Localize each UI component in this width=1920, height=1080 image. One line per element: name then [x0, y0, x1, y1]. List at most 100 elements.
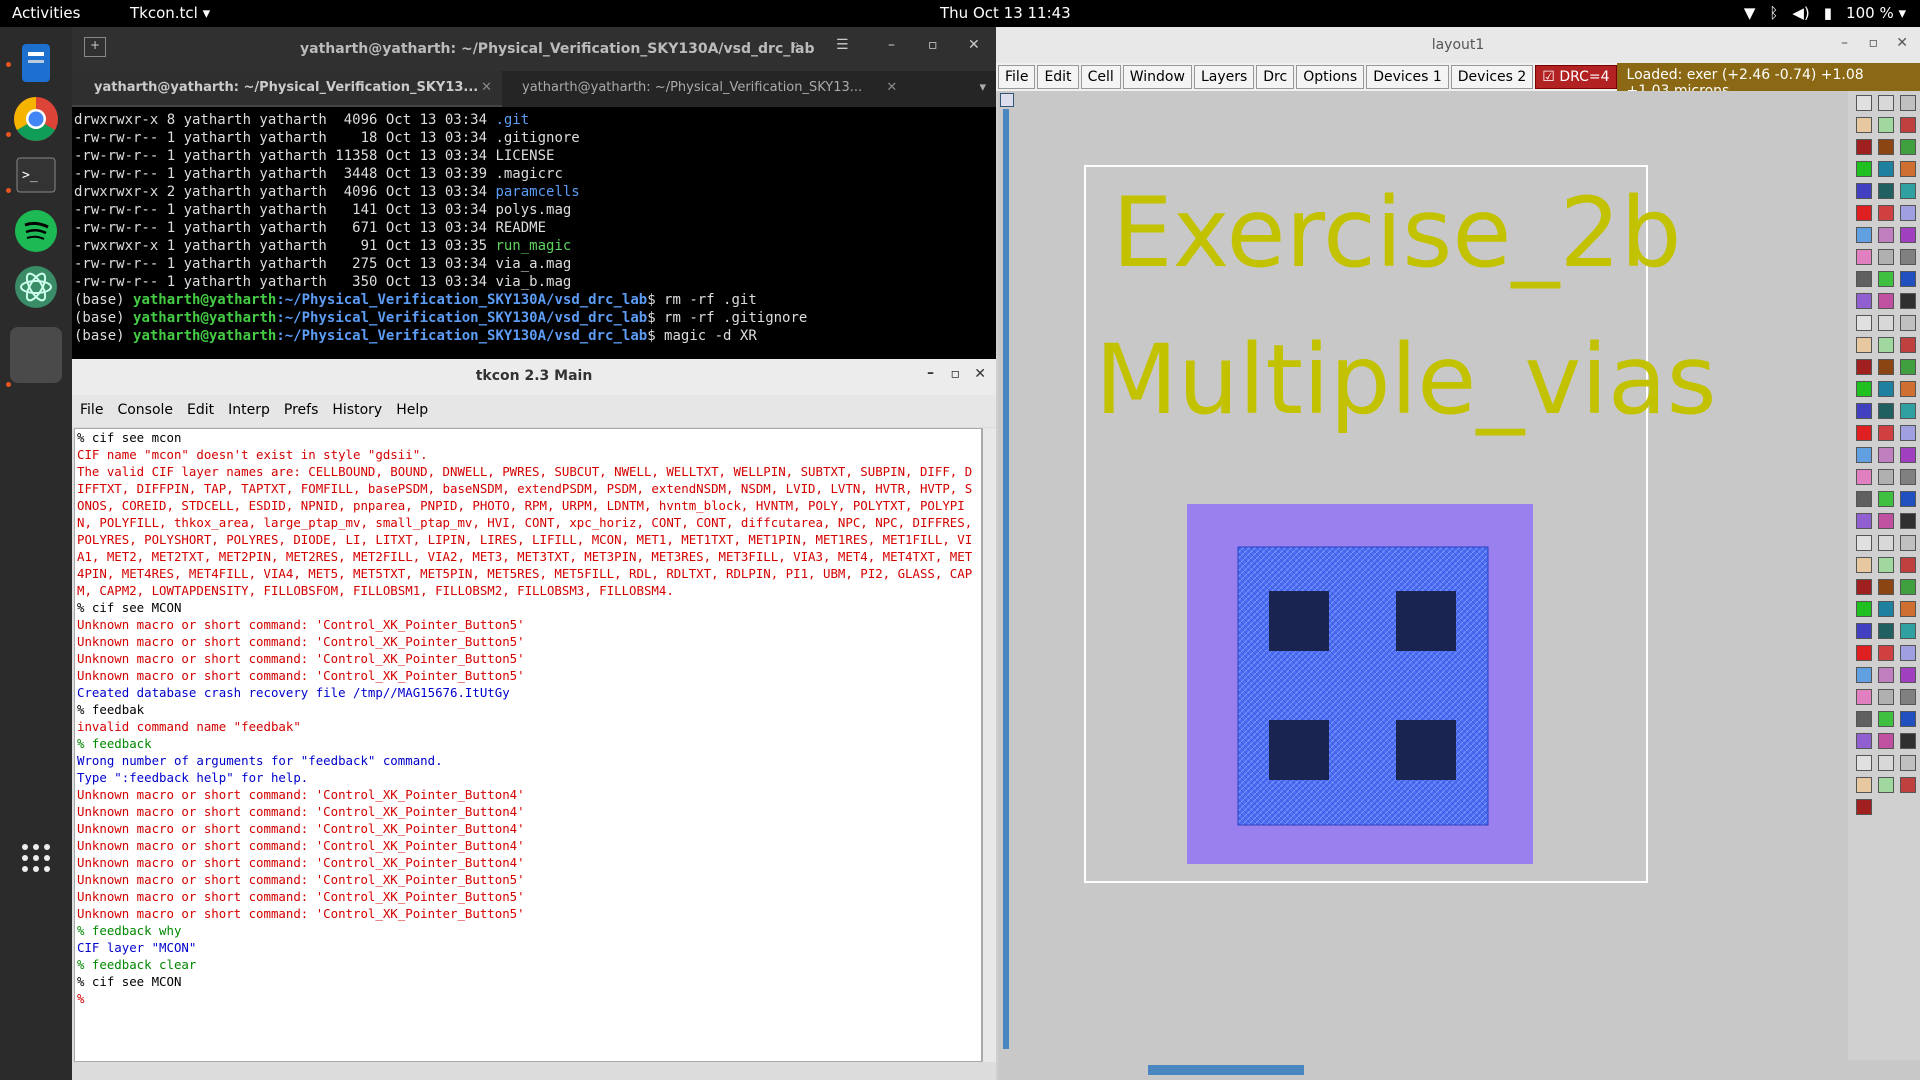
- show-apps-icon[interactable]: [10, 832, 62, 884]
- via-contact[interactable]: [1269, 720, 1329, 780]
- layer-swatch[interactable]: [1900, 205, 1916, 221]
- layer-swatch[interactable]: [1900, 447, 1916, 463]
- layer-swatch[interactable]: [1900, 161, 1916, 177]
- layer-swatch[interactable]: [1900, 95, 1916, 111]
- layer-swatch[interactable]: [1900, 557, 1916, 573]
- local-interconnect-shape[interactable]: [1237, 546, 1489, 826]
- menu-file[interactable]: File: [80, 402, 103, 427]
- layer-swatch[interactable]: [1878, 139, 1894, 155]
- layer-swatch[interactable]: [1900, 601, 1916, 617]
- chrome-icon[interactable]: [10, 93, 62, 145]
- layer-swatch[interactable]: [1900, 579, 1916, 595]
- layer-swatch[interactable]: [1856, 513, 1872, 529]
- clock[interactable]: Thu Oct 13 11:43: [940, 4, 1071, 22]
- hamburger-menu-icon[interactable]: ☰: [836, 37, 849, 53]
- layer-swatch[interactable]: [1900, 249, 1916, 265]
- layer-swatch[interactable]: [1878, 205, 1894, 221]
- layer-swatch[interactable]: [1856, 425, 1872, 441]
- layer-swatch[interactable]: [1878, 359, 1894, 375]
- terminal-icon[interactable]: >_: [10, 149, 62, 201]
- layer-swatch[interactable]: [1878, 513, 1894, 529]
- layer-swatch[interactable]: [1878, 249, 1894, 265]
- menu-history[interactable]: History: [332, 402, 382, 427]
- layer-swatch[interactable]: [1856, 183, 1872, 199]
- layer-swatch[interactable]: [1856, 777, 1872, 793]
- layer-swatch[interactable]: [1878, 645, 1894, 661]
- layer-swatch[interactable]: [1856, 601, 1872, 617]
- layer-swatch[interactable]: [1900, 777, 1916, 793]
- layer-swatch[interactable]: [1856, 403, 1872, 419]
- layer-swatch[interactable]: [1878, 491, 1894, 507]
- tkcon-scrollbar[interactable]: [982, 428, 996, 1062]
- layer-swatch[interactable]: [1856, 733, 1872, 749]
- layer-swatch[interactable]: [1856, 205, 1872, 221]
- tab-dropdown-icon[interactable]: ▾: [979, 80, 986, 95]
- layer-swatch[interactable]: [1900, 425, 1916, 441]
- scroll-thumb[interactable]: [1148, 1065, 1304, 1075]
- layer-swatch[interactable]: [1878, 469, 1894, 485]
- layer-swatch[interactable]: [1856, 227, 1872, 243]
- layer-swatch[interactable]: [1878, 293, 1894, 309]
- layer-swatch[interactable]: [1856, 293, 1872, 309]
- layer-swatch[interactable]: [1856, 491, 1872, 507]
- layer-swatch[interactable]: [1878, 183, 1894, 199]
- menu-cell[interactable]: Cell: [1080, 65, 1121, 89]
- layer-swatch[interactable]: [1900, 623, 1916, 639]
- layer-swatch[interactable]: [1900, 271, 1916, 287]
- via-contact[interactable]: [1396, 591, 1456, 651]
- layer-swatch[interactable]: [1900, 139, 1916, 155]
- layer-swatch[interactable]: [1856, 117, 1872, 133]
- layout-titlebar[interactable]: layout1 – ▫ ✕: [996, 27, 1920, 63]
- layer-swatch[interactable]: [1900, 315, 1916, 331]
- layer-swatch[interactable]: [1878, 227, 1894, 243]
- terminal-tab-2[interactable]: yatharth@yatharth: ~/Physical_Verificati…: [522, 80, 897, 95]
- menu-devices-1[interactable]: Devices 1: [1366, 65, 1449, 89]
- layer-swatch[interactable]: [1856, 161, 1872, 177]
- layer-swatch[interactable]: [1856, 645, 1872, 661]
- close-tab-icon[interactable]: ✕: [481, 80, 492, 95]
- layer-swatch[interactable]: [1900, 733, 1916, 749]
- menu-help[interactable]: Help: [396, 402, 428, 427]
- layer-swatch[interactable]: [1900, 227, 1916, 243]
- menu-window[interactable]: Window: [1122, 65, 1192, 89]
- layer-swatch[interactable]: [1878, 271, 1894, 287]
- minimize-icon[interactable]: –: [888, 37, 895, 53]
- layer-swatch[interactable]: [1856, 689, 1872, 705]
- layer-swatch[interactable]: [1878, 711, 1894, 727]
- layer-swatch[interactable]: [1900, 645, 1916, 661]
- app-menu[interactable]: Tkcon.tcl ▾: [130, 4, 210, 22]
- layer-palette[interactable]: [1852, 91, 1920, 815]
- tkcon-titlebar[interactable]: tkcon 2.3 Main – ▫ ✕: [72, 359, 996, 395]
- search-icon[interactable]: ⌕: [792, 37, 800, 53]
- layer-swatch[interactable]: [1856, 535, 1872, 551]
- layer-swatch[interactable]: [1878, 755, 1894, 771]
- spotify-icon[interactable]: [10, 205, 62, 257]
- close-icon[interactable]: ✕: [1896, 35, 1908, 51]
- layer-swatch[interactable]: [1900, 491, 1916, 507]
- files-icon[interactable]: [10, 37, 62, 89]
- menu-edit[interactable]: Edit: [187, 402, 214, 427]
- menu-interp[interactable]: Interp: [228, 402, 270, 427]
- minimize-icon[interactable]: –: [1841, 35, 1848, 51]
- layout-canvas[interactable]: Exercise_2b Multiple_vias: [1016, 91, 1848, 1060]
- layer-swatch[interactable]: [1900, 117, 1916, 133]
- terminal-titlebar[interactable]: + yatharth@yatharth: ~/Physical_Verifica…: [72, 27, 996, 71]
- layer-swatch[interactable]: [1900, 755, 1916, 771]
- layer-swatch[interactable]: [1900, 689, 1916, 705]
- menu-prefs[interactable]: Prefs: [284, 402, 318, 427]
- activities-button[interactable]: Activities: [12, 4, 80, 22]
- terminal-output[interactable]: drwxrwxr-x 8 yatharth yatharth 4096 Oct …: [72, 107, 996, 345]
- layer-swatch[interactable]: [1878, 667, 1894, 683]
- menu-edit[interactable]: Edit: [1037, 65, 1079, 89]
- layer-swatch[interactable]: [1878, 579, 1894, 595]
- layer-swatch[interactable]: [1900, 711, 1916, 727]
- layer-swatch[interactable]: [1878, 689, 1894, 705]
- layer-swatch[interactable]: [1878, 117, 1894, 133]
- layer-swatch[interactable]: [1900, 403, 1916, 419]
- layer-swatch[interactable]: [1856, 711, 1872, 727]
- layer-swatch[interactable]: [1878, 315, 1894, 331]
- layer-swatch[interactable]: [1856, 667, 1872, 683]
- layer-swatch[interactable]: [1878, 733, 1894, 749]
- layer-swatch[interactable]: [1900, 337, 1916, 353]
- maximize-icon[interactable]: ▫: [928, 37, 938, 53]
